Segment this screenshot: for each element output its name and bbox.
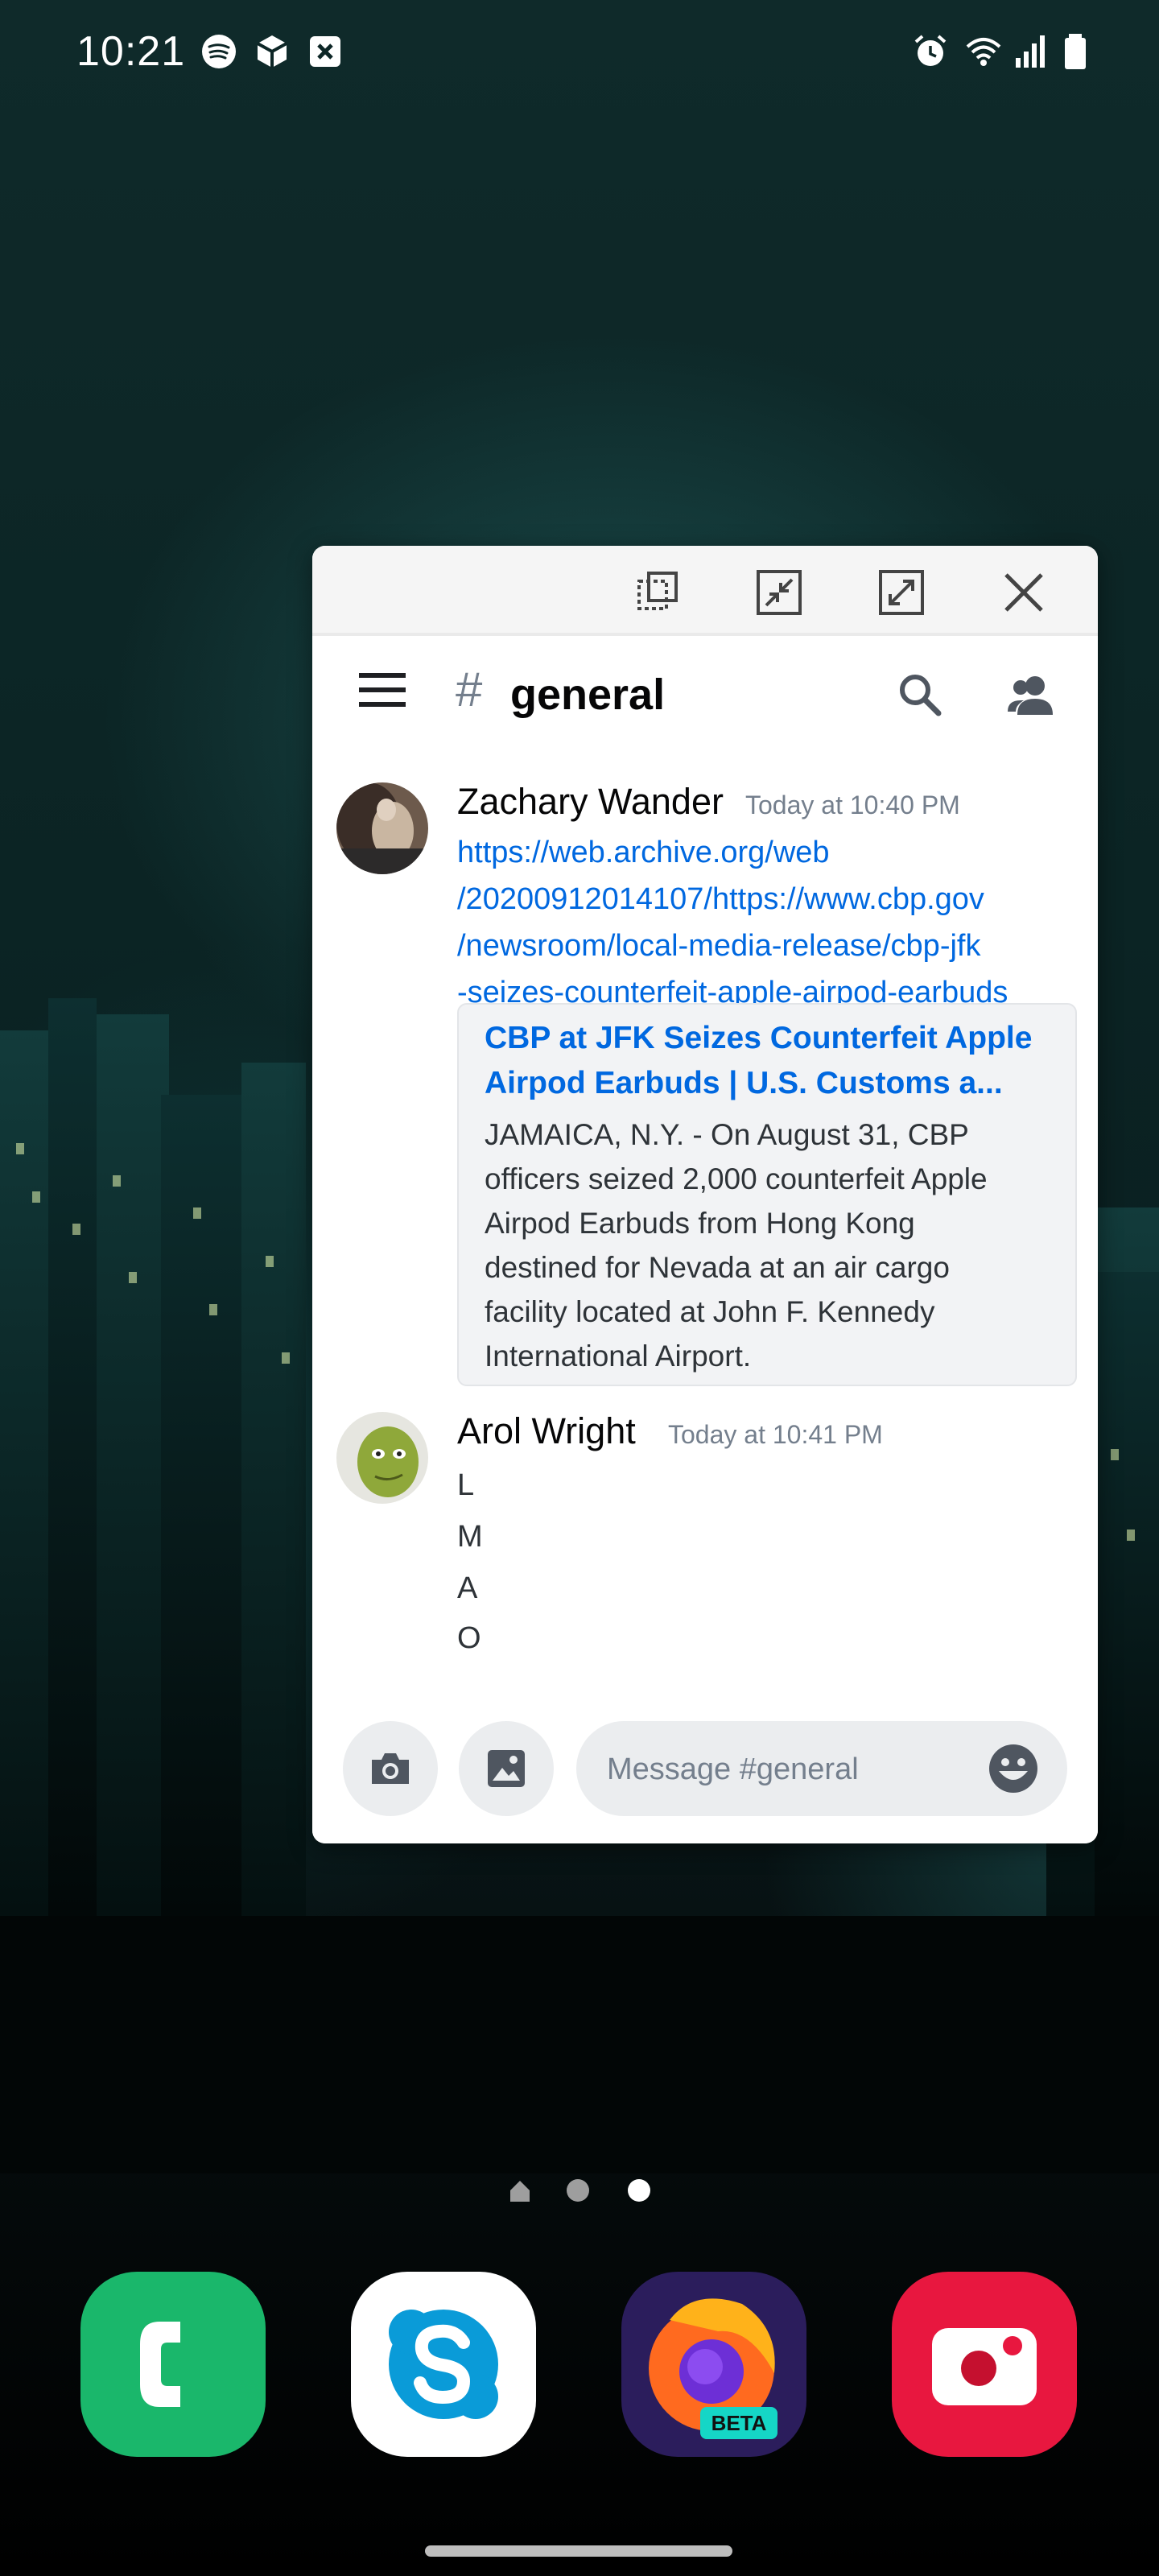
embed-desc-line: Airpod Earbuds from Hong Kong xyxy=(485,1207,915,1240)
message-1: Zachary Wander Today at 10:40 PM https:/… xyxy=(312,745,1098,1397)
phone-app[interactable] xyxy=(80,2272,266,2457)
split-screen-icon[interactable] xyxy=(631,567,683,618)
embed-description: JAMAICA, N.Y. - On August 31, CBP office… xyxy=(485,1113,1064,1378)
message-input[interactable] xyxy=(605,1744,979,1795)
emoji-icon[interactable] xyxy=(987,1742,1040,1795)
status-bar: 10:21 xyxy=(0,0,1159,105)
page-indicator xyxy=(499,2178,660,2205)
avatar[interactable] xyxy=(336,1412,428,1504)
firefox-beta-app[interactable]: BETA xyxy=(621,2272,806,2457)
discord-popup-window: # general Zachary Wander Today at 10:40 … xyxy=(312,546,1098,1843)
channel-hash-icon: # xyxy=(456,663,483,716)
embed-desc-line: facility located at John F. Kennedy xyxy=(485,1295,935,1328)
link-embed: CBP at JFK Seizes Counterfeit Apple Airp… xyxy=(457,1003,1077,1386)
message-line: L xyxy=(457,1468,475,1502)
embed-desc-line: officers seized 2,000 counterfeit Apple xyxy=(485,1162,988,1195)
box-icon xyxy=(257,35,287,68)
members-icon[interactable] xyxy=(1006,670,1056,720)
message-line: O xyxy=(457,1621,481,1655)
home-page-icon[interactable] xyxy=(507,2178,533,2203)
gallery-button[interactable] xyxy=(459,1721,554,1816)
signal-icon xyxy=(1016,35,1045,68)
page-dot[interactable] xyxy=(567,2179,589,2202)
message-author[interactable]: Arol Wright xyxy=(457,1410,636,1452)
skype-icon xyxy=(389,2310,498,2419)
spotify-icon xyxy=(202,35,236,68)
embed-title-line: CBP at JFK Seizes Counterfeit Apple xyxy=(485,1021,1033,1055)
camera-button[interactable] xyxy=(343,1721,438,1816)
message-2: Arol Wright Today at 10:41 PM L M A O xyxy=(312,1397,1098,1703)
minimize-icon[interactable] xyxy=(753,567,805,618)
gesture-bar[interactable] xyxy=(425,2545,732,2557)
message-line: A xyxy=(457,1571,478,1605)
embed-title[interactable]: CBP at JFK Seizes Counterfeit Apple Airp… xyxy=(485,1016,1064,1106)
camera-record-icon xyxy=(932,2328,1037,2405)
channel-header: # general xyxy=(312,633,1098,749)
channel-name: general xyxy=(510,671,666,719)
wifi-icon xyxy=(966,38,1001,66)
close-icon[interactable] xyxy=(998,567,1050,618)
embed-title-line: Airpod Earbuds | U.S. Customs a... xyxy=(485,1066,1003,1100)
link-line: /20200912014107/https://www.cbp.gov xyxy=(457,882,984,916)
menu-icon[interactable] xyxy=(359,671,406,708)
link-line: /newsroom/local-media-release/cbp-jfk xyxy=(457,929,981,963)
embed-desc-line: JAMAICA, N.Y. - On August 31, CBP xyxy=(485,1118,969,1151)
message-input-container xyxy=(576,1721,1067,1816)
link-line: https://web.archive.org/web xyxy=(457,836,830,869)
embed-desc-line: International Airport. xyxy=(485,1340,752,1373)
message-timestamp: Today at 10:40 PM xyxy=(745,791,960,819)
skype-app[interactable] xyxy=(351,2272,536,2457)
search-icon[interactable] xyxy=(895,670,945,720)
popup-control-bar xyxy=(312,546,1098,633)
embed-desc-line: destined for Nevada at an air cargo xyxy=(485,1251,950,1284)
maximize-icon[interactable] xyxy=(876,567,927,618)
message-author[interactable]: Zachary Wander xyxy=(457,781,724,823)
camera-icon xyxy=(372,1753,409,1784)
page-dot-active[interactable] xyxy=(628,2179,650,2202)
battery-icon xyxy=(1065,34,1086,69)
message-composer xyxy=(312,1703,1098,1843)
alarm-icon xyxy=(914,35,947,66)
message-timestamp: Today at 10:41 PM xyxy=(668,1420,883,1449)
image-icon xyxy=(488,1750,525,1787)
avatar[interactable] xyxy=(336,782,428,874)
phone-icon xyxy=(140,2322,180,2407)
close-box-icon xyxy=(310,36,340,67)
message-list: Zachary Wander Today at 10:40 PM https:/… xyxy=(312,745,1098,1703)
message-link[interactable]: https://web.archive.org/web /20200912014… xyxy=(457,829,1008,1016)
screen-recorder-app[interactable] xyxy=(892,2272,1077,2457)
clock: 10:21 xyxy=(76,28,186,75)
beta-badge: BETA xyxy=(700,2407,777,2439)
message-line: M xyxy=(457,1520,483,1554)
